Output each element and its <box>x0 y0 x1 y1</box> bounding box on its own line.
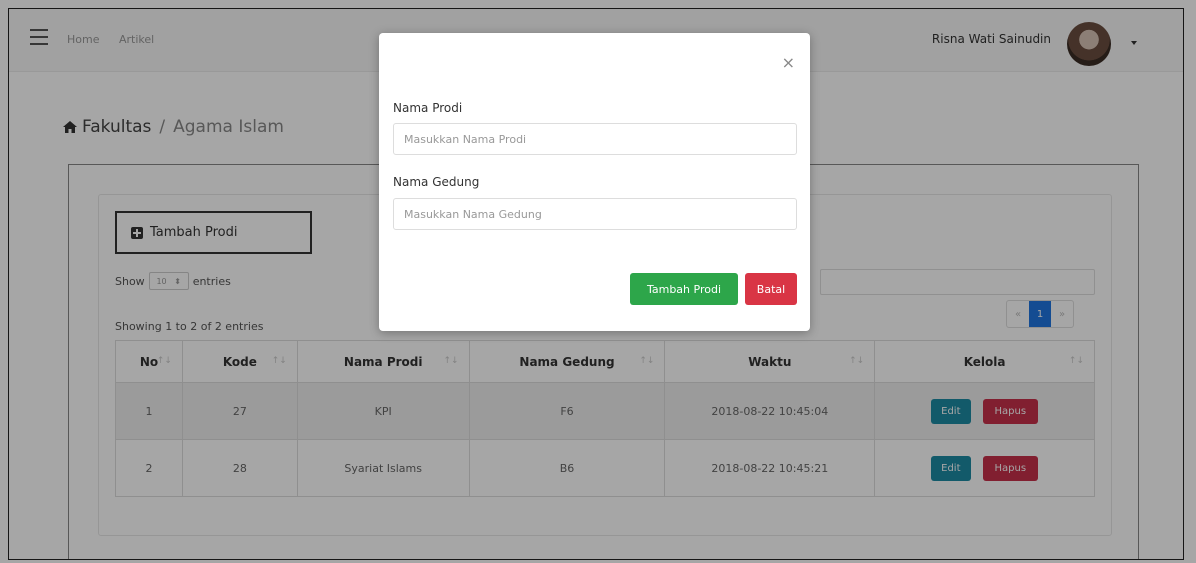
cancel-button[interactable]: Batal <box>745 273 797 305</box>
nama-gedung-label: Nama Gedung <box>393 175 480 189</box>
nama-gedung-input[interactable] <box>393 198 797 230</box>
add-prodi-modal: × Nama Prodi Nama Gedung Tambah Prodi Ba… <box>379 33 810 331</box>
close-icon[interactable]: × <box>782 53 795 72</box>
nama-prodi-label: Nama Prodi <box>393 101 463 115</box>
submit-prodi-button[interactable]: Tambah Prodi <box>630 273 738 305</box>
nama-prodi-input[interactable] <box>393 123 797 155</box>
